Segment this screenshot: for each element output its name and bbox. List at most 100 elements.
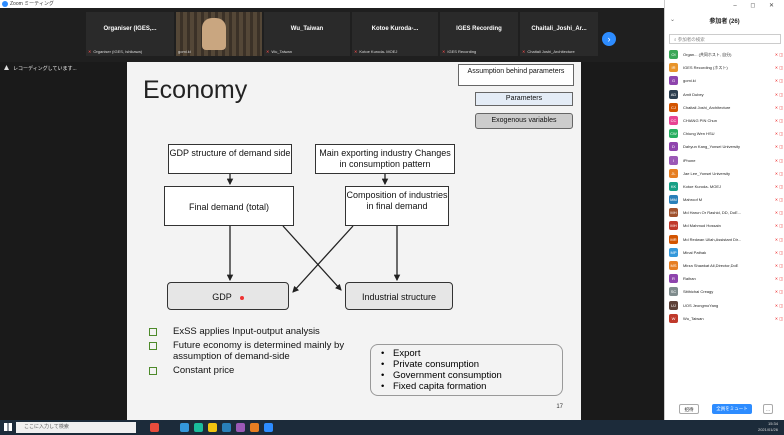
participant-name: Minal Pathak (683, 249, 707, 255)
participant-row[interactable]: MM Mahroof M ✕ ◫ (669, 193, 784, 206)
participant-name: Md Harun Or Rashid, DD, DoE... (683, 210, 742, 216)
participant-name: Wu_Taiwan (683, 315, 704, 321)
app-icon[interactable] (236, 423, 245, 432)
outlook-icon[interactable] (222, 423, 231, 432)
tile-footer: ✕ Chaitali Joshi_Architecture (522, 49, 575, 54)
avatar: MM (669, 195, 678, 205)
avatar: MS (669, 261, 678, 270)
mic-muted-icon: ✕ ◫ (774, 223, 783, 229)
mic-muted-icon: ✕ ◫ (774, 104, 783, 110)
video-tile-active[interactable]: gomi.ki (176, 12, 262, 56)
tile-footer: ✕ Kotoe Kuroda- MOEJ (354, 49, 398, 54)
windows-taskbar: ここに入力して検索 15:34 2021/01/26 (0, 420, 784, 435)
participant-row[interactable]: Ggomi.ki ✕ ◫ (669, 74, 784, 87)
shared-slide: Economy Assumption behind parameters Par… (127, 62, 581, 420)
participant-name: Organ... (共同ホスト, 自分) (683, 52, 732, 57)
avatar: G (669, 76, 678, 86)
participant-row[interactable]: CC CHIANG PIN Chun ✕ ◫ (669, 114, 784, 127)
windows-start-icon[interactable] (4, 423, 12, 431)
participant-search-input[interactable]: ⌕ 参加者の検索 (669, 34, 781, 44)
mic-muted-icon: ✕ ◫ (774, 263, 783, 268)
participant-row[interactable]: SC Sitthichai Creagy ✕ ◫ (669, 285, 784, 298)
avatar: MH (669, 208, 678, 218)
window-title: Zoom ミーティング (10, 1, 54, 7)
chrome-icon[interactable] (250, 423, 259, 432)
tile-name: Chaitali_Joshi_Ar... (531, 26, 587, 32)
avatar: IR (669, 63, 678, 73)
video-tile[interactable]: IGES Recording ✕ IGES Recording (440, 12, 518, 56)
participant-row[interactable]: UJ UOS JeongmoYang ✕ ◫ (669, 299, 784, 312)
participant-name: Mahroof M (683, 197, 703, 203)
participant-row[interactable]: MH Md Mahmud Hossain ✕ ◫ (669, 219, 784, 232)
mic-muted-icon: ✕ ◫ (774, 315, 783, 321)
avatar: KK (669, 181, 678, 191)
recording-indicator[interactable]: レコーディングしています... (0, 62, 120, 76)
folder-icon[interactable] (208, 423, 217, 432)
browser-icon[interactable] (194, 423, 203, 432)
participant-row[interactable]: W Wu_Taiwan ✕ ◫ (669, 312, 784, 325)
recording-label: レコーディングしています... (13, 66, 77, 72)
driver-item: Fixed capita formation (381, 381, 552, 392)
video-tile[interactable]: Organiser (IGES,... ✕ Organiser (IGES, Is… (86, 12, 174, 56)
participant-row[interactable]: KK Kotoe Kuroda- MOEJ ✕ ◫ (669, 180, 784, 193)
app-icon[interactable] (150, 423, 159, 432)
video-tile[interactable]: Kotoe Kuroda-... ✕ Kotoe Kuroda- MOEJ (352, 12, 438, 56)
zoom-taskbar-icon[interactable] (264, 423, 273, 432)
window-titlebar: Zoom ミーティング (0, 0, 664, 8)
tile-footer: ✕ IGES Recording (442, 49, 477, 54)
mic-muted-icon: ✕ (522, 49, 526, 54)
next-page-button[interactable]: › (602, 32, 616, 46)
participant-row[interactable]: CJ Chaitali Joshi_Architecture ✕ ◫ (669, 101, 784, 114)
mic-muted-icon: ✕ ◫ (774, 65, 783, 71)
box-final-demand: Final demand (total) (164, 186, 294, 226)
participant-row[interactable]: AD Amit Dubey ✕ ◫ (669, 88, 784, 101)
participant-row[interactable]: IiPhone ✕ ◫ (669, 154, 784, 167)
taskbar-search-input[interactable]: ここに入力して検索 (16, 422, 136, 433)
participant-name: Chaitali Joshi_Architecture (683, 104, 731, 110)
participant-name: iPhone (683, 157, 696, 163)
participant-name: Mirza Shawkat Ali,Director,DoE (683, 263, 739, 268)
system-clock[interactable]: 15:34 2021/01/26 (758, 421, 778, 433)
invite-button[interactable]: 招待 (679, 404, 699, 414)
participant-row[interactable]: MS Mirza Shawkat Ali,Director,DoE ✕ ◫ (669, 259, 784, 272)
mic-muted-icon: ✕ ◫ (774, 52, 783, 57)
box-composition: Composition of industries in final deman… (345, 186, 449, 226)
mute-all-button[interactable]: 全員をミュート (712, 404, 752, 414)
more-options-button[interactable]: ... (763, 404, 773, 414)
avatar: JL (669, 168, 678, 178)
participant-row[interactable]: MR Md Redwan Ullah,Assistant Dir... ✕ ◫ (669, 233, 784, 246)
mic-muted-icon: ✕ ◫ (774, 289, 783, 295)
video-tile[interactable]: Wu_Taiwan ✕ Wu_Taiwan (264, 12, 350, 56)
participant-row[interactable]: CW Chiung Wen HSU ✕ ◫ (669, 127, 784, 140)
participant-row[interactable]: MP Minal Pathak ✕ ◫ (669, 246, 784, 259)
mic-muted-icon: ✕ ◫ (774, 170, 783, 176)
participant-row[interactable]: D Dahyun Kang_Yonsei University ✕ ◫ (669, 140, 784, 153)
avatar: D (669, 142, 678, 152)
participant-name: Dahyun Kang_Yonsei University (683, 144, 740, 150)
avatar: R (669, 274, 678, 284)
tile-name: Organiser (IGES,... (103, 26, 157, 32)
mic-muted-icon: ✕ ◫ (774, 249, 783, 255)
mic-muted-icon: ✕ ◫ (774, 210, 783, 216)
video-tile[interactable]: Chaitali_Joshi_Ar... ✕ Chaitali Joshi_Arc… (520, 12, 598, 56)
slide-page-number: 17 (556, 404, 563, 410)
app-icon[interactable] (180, 423, 189, 432)
participant-name: Kotoe Kuroda- MOEJ (683, 183, 722, 189)
avatar: OI (669, 50, 678, 59)
window-controls[interactable]: – ◻ ✕ (733, 2, 780, 9)
participant-video (202, 18, 226, 50)
avatar: MP (669, 247, 678, 257)
tile-footer: ✕ Organiser (IGES, Ishikawa) (88, 49, 143, 54)
avatar: CW (669, 129, 678, 139)
participant-name: UOS JeongmoYang (683, 302, 719, 308)
participant-row[interactable]: JL Jae Lee_Yonsei University ✕ ◫ (669, 167, 784, 180)
participant-row[interactable]: IR IGES Recording (ホスト) ✕ ◫ (669, 61, 784, 74)
participant-row[interactable]: R Raihan ✕ ◫ (669, 272, 784, 285)
participant-row[interactable]: MH Md Harun Or Rashid, DD, DoE... ✕ ◫ (669, 206, 784, 219)
driver-item: Private consumption (381, 359, 552, 370)
bullet-item: ExSS applies Input-output analysis (149, 326, 359, 337)
participant-row[interactable]: OI Organ... (共同ホスト, 自分) ✕ ◫ (669, 48, 784, 61)
driver-item: Export (381, 348, 552, 359)
avatar: CJ (669, 102, 678, 112)
mic-muted-icon: ✕ (442, 49, 446, 54)
